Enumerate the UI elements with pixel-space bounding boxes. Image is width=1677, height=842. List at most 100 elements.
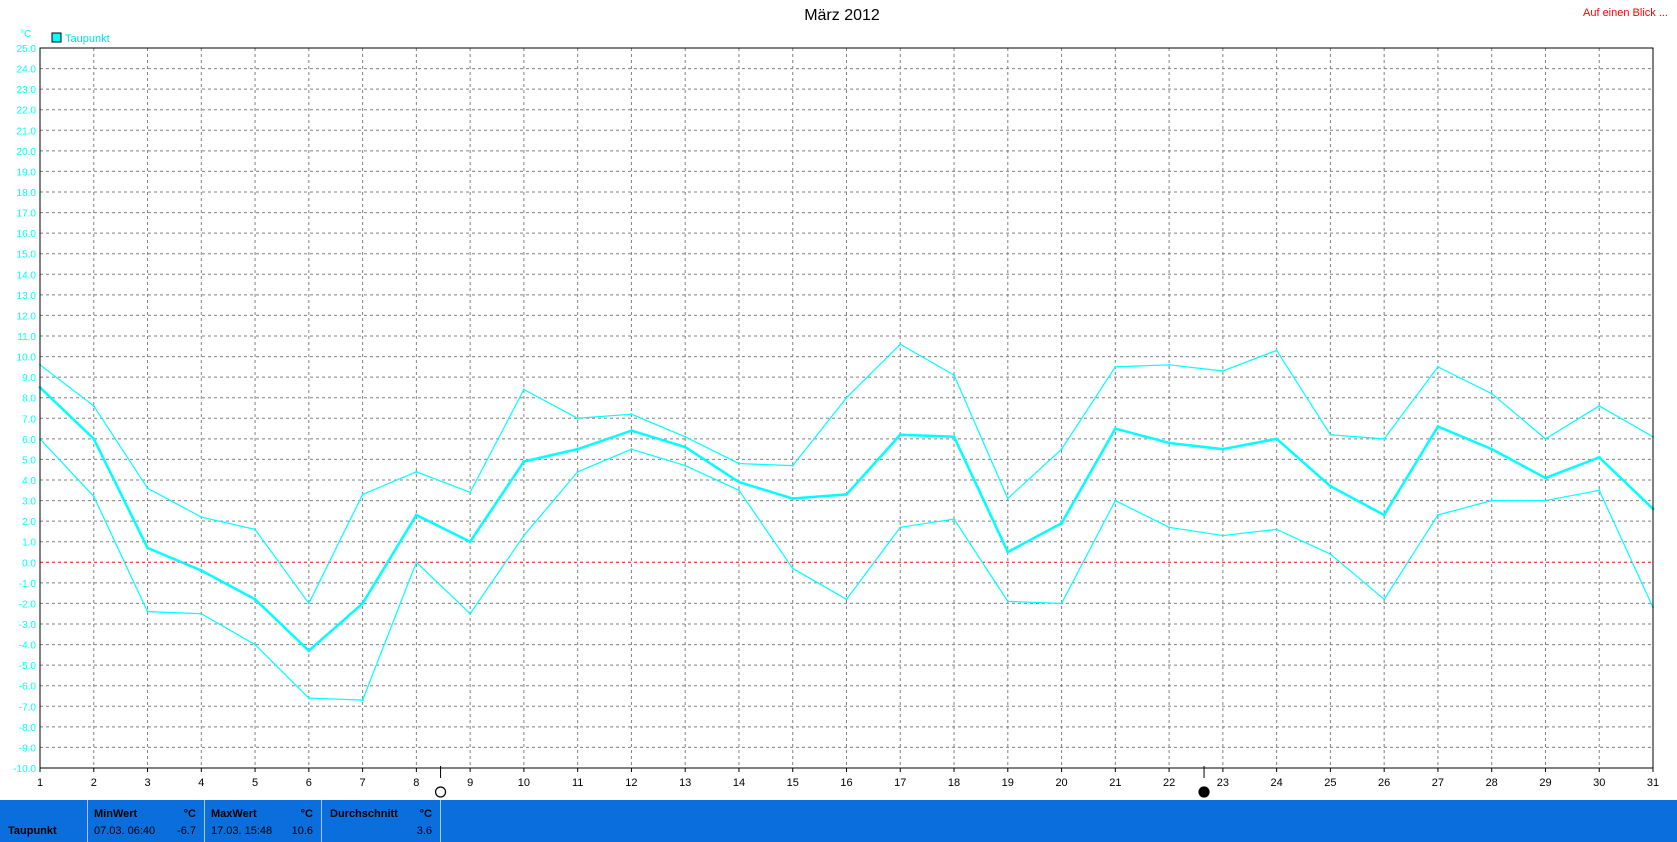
data-point-avg [146, 546, 150, 550]
data-point-min [1275, 528, 1278, 531]
y-tick-label: 24.0 [17, 65, 37, 76]
data-point-min [146, 610, 149, 613]
data-point-max [1383, 437, 1386, 440]
x-tick-label: 15 [787, 777, 799, 789]
data-point-min [1060, 602, 1063, 605]
stats-max-unit: °C [300, 808, 313, 820]
data-point-min [307, 697, 310, 700]
y-tick-label: 15.0 [17, 250, 37, 261]
x-tick-label: 7 [360, 777, 366, 789]
data-point-min [1544, 499, 1547, 502]
auf-einen-blick-link[interactable]: Auf einen Blick ... [1583, 7, 1668, 19]
data-point-max [1544, 437, 1547, 440]
y-tick-label: -8.0 [19, 723, 37, 734]
data-point-min [1436, 513, 1439, 516]
y-tick-label: -5.0 [19, 661, 37, 672]
data-point-min [1221, 534, 1224, 537]
y-tick-label: 12.0 [17, 311, 37, 322]
data-point-max [737, 462, 740, 465]
y-tick-label: 13.0 [17, 291, 37, 302]
full-moon-icon [1198, 786, 1210, 798]
data-point-avg [1275, 437, 1279, 441]
y-tick-label: 5.0 [22, 455, 36, 466]
stats-avg-value: 3.6 [416, 825, 432, 837]
x-tick-label: 6 [306, 777, 312, 789]
data-point-max [630, 413, 633, 416]
x-tick-label: 19 [1002, 777, 1014, 789]
data-point-avg [1167, 441, 1171, 445]
data-point-max [522, 388, 525, 391]
data-point-max [684, 435, 687, 438]
x-tick-label: 21 [1109, 777, 1121, 789]
data-point-max [791, 464, 794, 467]
data-point-min [200, 612, 203, 615]
y-tick-label: 18.0 [17, 188, 37, 199]
data-point-min [415, 561, 418, 564]
data-point-min [899, 526, 902, 529]
data-point-max [899, 343, 902, 346]
data-point-max [146, 487, 149, 490]
y-tick-label: 8.0 [22, 394, 36, 405]
data-point-min [576, 470, 579, 473]
data-point-avg [1382, 513, 1386, 517]
data-point-avg [522, 459, 526, 463]
y-tick-label: -9.0 [19, 743, 37, 754]
data-point-avg [468, 540, 472, 544]
data-point-max [953, 374, 956, 377]
y-tick-label: -6.0 [19, 682, 37, 693]
y-tick-label: 0.0 [22, 558, 36, 569]
x-tick-label: 10 [518, 777, 530, 789]
data-point-min [845, 598, 848, 601]
data-point-min [684, 464, 687, 467]
data-point-avg [92, 437, 96, 441]
x-tick-label: 14 [733, 777, 745, 789]
y-tick-label: 4.0 [22, 476, 36, 487]
y-tick-label: 10.0 [17, 353, 37, 364]
data-point-min [1168, 526, 1171, 529]
data-point-min [1383, 598, 1386, 601]
x-tick-label: 18 [948, 777, 960, 789]
stats-max-timestamp: 17.03. 15:48 [211, 825, 273, 837]
data-point-min [1114, 499, 1117, 502]
x-tick-label: 16 [840, 777, 852, 789]
data-point-avg [1436, 425, 1440, 429]
data-point-max [469, 491, 472, 494]
y-tick-label: 22.0 [17, 106, 37, 117]
data-point-avg [576, 447, 580, 451]
data-point-avg [898, 433, 902, 437]
data-point-avg [199, 569, 203, 573]
data-point-min [92, 495, 95, 498]
data-point-min [1329, 553, 1332, 556]
x-tick-label: 13 [679, 777, 691, 789]
data-point-min [1006, 600, 1009, 603]
x-tick-label: 17 [894, 777, 906, 789]
y-tick-label: -10.0 [13, 764, 36, 775]
stats-min-cell: MinWert °C 07.03. 06:40 -6.7 [88, 800, 205, 842]
data-point-max [1436, 365, 1439, 368]
data-point-avg [1490, 447, 1494, 451]
data-point-max [1221, 369, 1224, 372]
x-tick-label: 2 [91, 777, 97, 789]
stats-row-label: Taupunkt [8, 825, 57, 837]
data-point-avg [737, 480, 741, 484]
data-point-min [737, 489, 740, 492]
data-point-max [1114, 365, 1117, 368]
y-tick-label: 23.0 [17, 85, 37, 96]
x-tick-label: 29 [1539, 777, 1551, 789]
chart: März 2012 Auf einen Blick ... °C Taupunk… [13, 7, 1668, 798]
data-point-min [522, 534, 525, 537]
data-point-max [1168, 363, 1171, 366]
data-point-max [1006, 497, 1009, 500]
y-tick-label: -2.0 [19, 599, 37, 610]
data-point-max [1490, 392, 1493, 395]
y-tick-label: 19.0 [17, 167, 37, 178]
data-point-avg [952, 435, 956, 439]
data-point-avg [1221, 447, 1225, 451]
stats-max-value: 10.6 [291, 825, 313, 837]
data-point-min [469, 612, 472, 615]
x-tick-label: 9 [467, 777, 473, 789]
data-point-min [1490, 499, 1493, 502]
y-tick-label: 6.0 [22, 435, 36, 446]
y-tick-label: 17.0 [17, 209, 37, 220]
data-point-avg [414, 513, 418, 517]
